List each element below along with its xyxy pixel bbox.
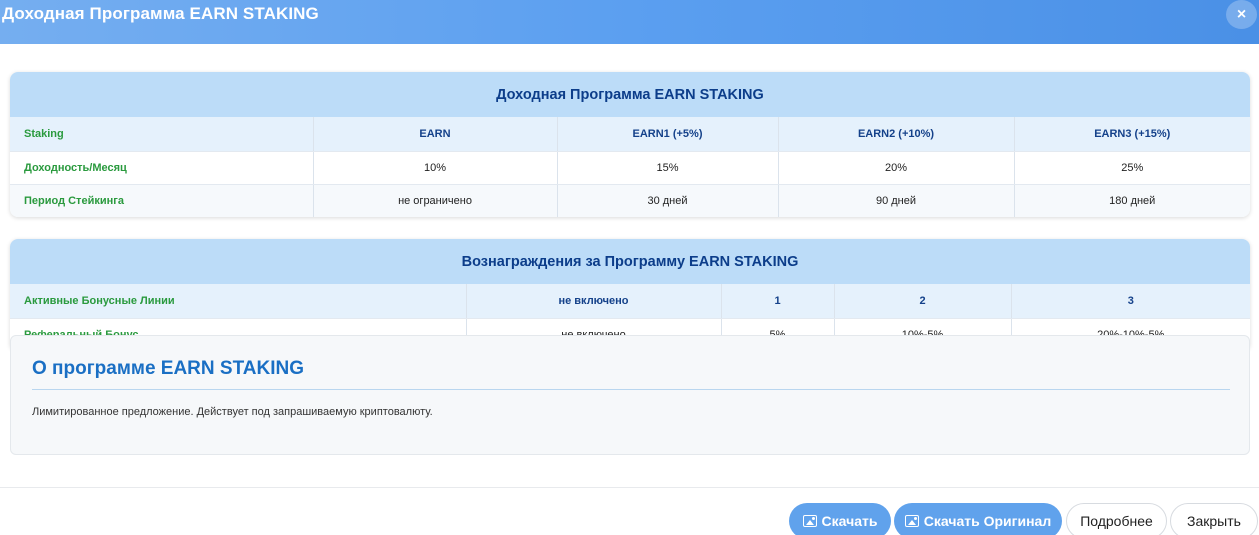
column-header: 3	[1011, 284, 1250, 319]
table-cell: 15%	[557, 151, 779, 185]
download-original-button-label: Скачать Оригинал	[923, 513, 1052, 529]
column-header: EARN	[313, 117, 558, 152]
column-header: 2	[834, 284, 1012, 319]
column-header: EARN2 (+10%)	[778, 117, 1015, 152]
modal-title: Доходная Программа EARN STAKING	[2, 4, 319, 23]
column-header: не включено	[466, 284, 722, 319]
table-row: Доходность/Месяц 10% 15% 20% 25%	[10, 151, 1250, 185]
column-header: Активные Бонусные Линии	[10, 284, 467, 319]
divider	[32, 389, 1230, 390]
column-header: EARN3 (+15%)	[1014, 117, 1250, 152]
about-section: О программе EARN STAKING Лимитированное …	[10, 335, 1250, 455]
table-cell: 90 дней	[778, 184, 1015, 217]
modal-header: Доходная Программа EARN STAKING ×	[0, 0, 1259, 44]
column-header: 1	[721, 284, 835, 319]
table-cell: 25%	[1014, 151, 1250, 185]
column-header: Staking	[10, 117, 314, 152]
staking-table: Staking EARN EARN1 (+5%) EARN2 (+10%) EA…	[10, 117, 1250, 217]
close-button[interactable]: Закрыть	[1170, 503, 1258, 535]
rewards-table-title: Вознаграждения за Программу EARN STAKING	[10, 239, 1250, 284]
staking-table-title: Доходная Программа EARN STAKING	[10, 72, 1250, 117]
download-button[interactable]: Скачать	[789, 503, 891, 535]
table-row: Период Стейкинга не ограничено 30 дней 9…	[10, 184, 1250, 217]
row-label: Период Стейкинга	[10, 184, 314, 217]
table-cell: не ограничено	[313, 184, 558, 217]
staking-program-card: Доходная Программа EARN STAKING Staking …	[10, 72, 1250, 217]
table-cell: 10%	[313, 151, 558, 185]
modal-footer: Скачать Скачать Оригинал Подробнее Закры…	[0, 487, 1259, 535]
row-label: Доходность/Месяц	[10, 151, 314, 185]
table-cell: 30 дней	[557, 184, 779, 217]
download-original-button[interactable]: Скачать Оригинал	[894, 503, 1062, 535]
table-header-row: Активные Бонусные Линии не включено 1 2 …	[10, 284, 1250, 319]
details-button[interactable]: Подробнее	[1066, 503, 1167, 535]
column-header: EARN1 (+5%)	[557, 117, 779, 152]
image-icon	[904, 515, 919, 527]
about-title: О программе EARN STAKING	[32, 358, 304, 379]
download-button-label: Скачать	[821, 513, 878, 529]
table-header-row: Staking EARN EARN1 (+5%) EARN2 (+10%) EA…	[10, 117, 1250, 152]
image-icon	[802, 515, 817, 527]
table-cell: 180 дней	[1014, 184, 1250, 217]
close-icon[interactable]: ×	[1226, 0, 1257, 29]
table-cell: 20%	[778, 151, 1015, 185]
about-text: Лимитированное предложение. Действует по…	[32, 406, 433, 418]
